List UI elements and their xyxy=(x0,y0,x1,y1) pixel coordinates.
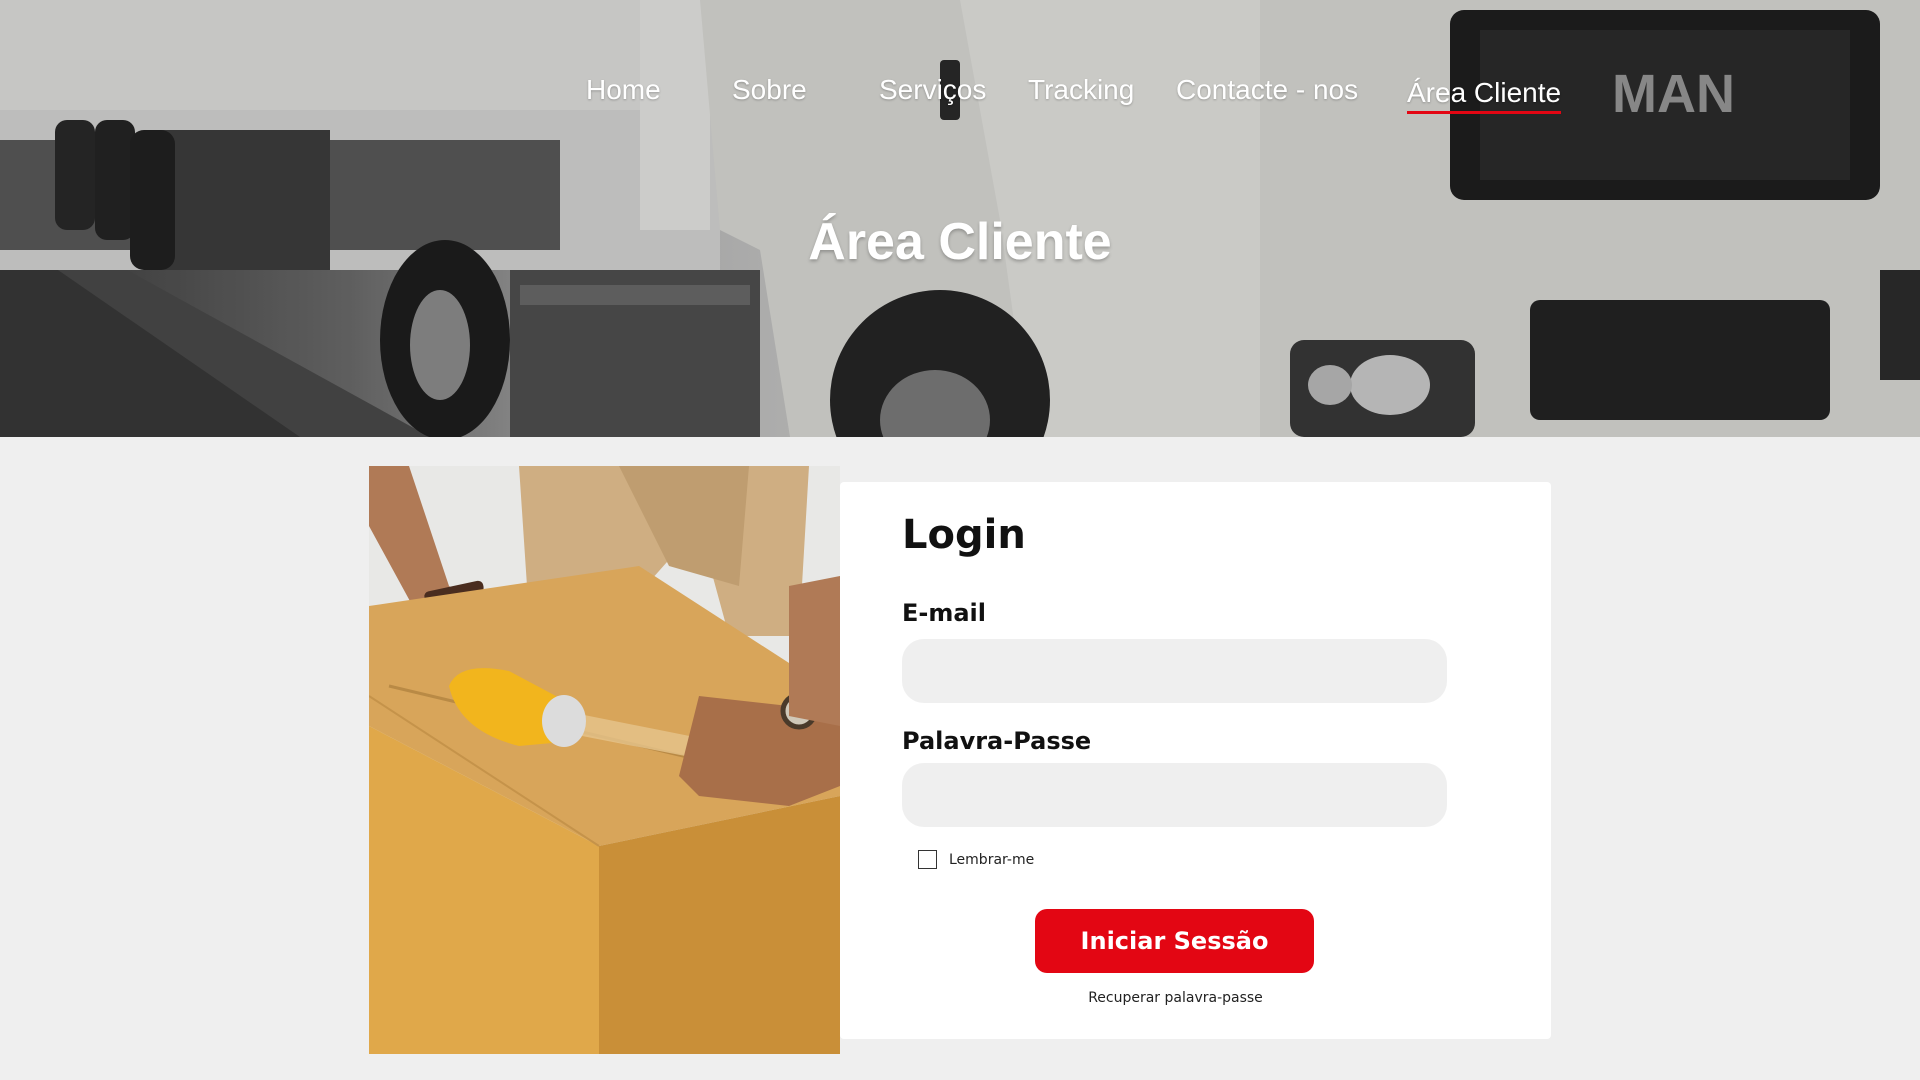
hero-banner: MAN Home Sobre Serviços Tracking Contact… xyxy=(0,0,1920,437)
password-input[interactable] xyxy=(902,763,1447,827)
password-label: Palavra-Passe xyxy=(902,727,1092,755)
nav-area-cliente[interactable]: Área Cliente xyxy=(1407,77,1562,114)
page-title: Área Cliente xyxy=(808,213,1112,271)
email-label: E-mail xyxy=(902,599,987,627)
login-title: Login xyxy=(902,512,1026,558)
main-nav: Home Sobre Serviços Tracking Contacte - … xyxy=(0,70,1920,130)
login-button[interactable]: Iniciar Sessão xyxy=(1035,909,1314,973)
remember-me-row[interactable]: Lembrar-me xyxy=(918,850,1034,869)
email-input[interactable] xyxy=(902,639,1447,703)
remember-me-label: Lembrar-me xyxy=(949,851,1035,868)
login-card: Login E-mail Palavra-Passe Lembrar-me In… xyxy=(840,482,1551,1039)
checkbox-unchecked-icon[interactable] xyxy=(918,850,937,869)
nav-tracking[interactable]: Tracking xyxy=(1028,74,1134,106)
recover-password-link[interactable]: Recuperar palavra-passe xyxy=(840,990,1511,1006)
packing-box-photo xyxy=(369,466,840,1054)
nav-servicos[interactable]: Serviços xyxy=(879,74,986,106)
nav-home[interactable]: Home xyxy=(586,74,661,106)
nav-sobre[interactable]: Sobre xyxy=(732,74,807,106)
packing-box-image xyxy=(369,466,840,1054)
nav-contacte[interactable]: Contacte - nos xyxy=(1176,74,1358,106)
